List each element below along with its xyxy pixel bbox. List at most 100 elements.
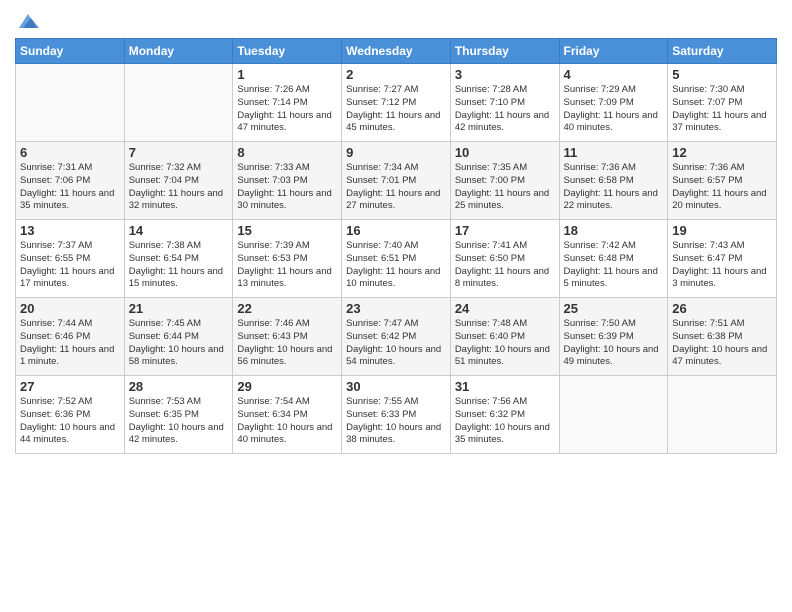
day-info: Sunrise: 7:40 AM xyxy=(346,240,446,253)
day-number: 22 xyxy=(237,301,337,316)
weekday-header-monday: Monday xyxy=(124,39,233,64)
day-info: Sunrise: 7:26 AM xyxy=(237,84,337,97)
day-info: Daylight: 11 hours and 10 minutes. xyxy=(346,266,446,292)
day-number: 13 xyxy=(20,223,120,238)
day-info: Sunset: 7:09 PM xyxy=(564,97,664,110)
calendar-cell: 24Sunrise: 7:48 AMSunset: 6:40 PMDayligh… xyxy=(450,298,559,376)
day-info: Daylight: 11 hours and 37 minutes. xyxy=(672,110,772,136)
day-info: Sunrise: 7:41 AM xyxy=(455,240,555,253)
day-number: 17 xyxy=(455,223,555,238)
calendar-cell: 18Sunrise: 7:42 AMSunset: 6:48 PMDayligh… xyxy=(559,220,668,298)
day-number: 8 xyxy=(237,145,337,160)
day-info: Sunrise: 7:29 AM xyxy=(564,84,664,97)
day-info: Daylight: 10 hours and 56 minutes. xyxy=(237,344,337,370)
calendar-cell: 25Sunrise: 7:50 AMSunset: 6:39 PMDayligh… xyxy=(559,298,668,376)
day-info: Sunrise: 7:44 AM xyxy=(20,318,120,331)
day-info: Sunrise: 7:42 AM xyxy=(564,240,664,253)
day-info: Sunrise: 7:45 AM xyxy=(129,318,229,331)
logo-icon xyxy=(17,10,39,32)
day-number: 4 xyxy=(564,67,664,82)
day-info: Sunset: 6:43 PM xyxy=(237,331,337,344)
calendar-cell: 22Sunrise: 7:46 AMSunset: 6:43 PMDayligh… xyxy=(233,298,342,376)
calendar-cell xyxy=(668,376,777,454)
day-info: Daylight: 10 hours and 38 minutes. xyxy=(346,422,446,448)
day-info: Sunset: 6:55 PM xyxy=(20,253,120,266)
day-number: 6 xyxy=(20,145,120,160)
day-info: Daylight: 11 hours and 30 minutes. xyxy=(237,188,337,214)
day-info: Sunset: 6:33 PM xyxy=(346,409,446,422)
day-info: Sunrise: 7:39 AM xyxy=(237,240,337,253)
calendar-cell: 16Sunrise: 7:40 AMSunset: 6:51 PMDayligh… xyxy=(342,220,451,298)
day-info: Sunrise: 7:47 AM xyxy=(346,318,446,331)
day-info: Sunrise: 7:31 AM xyxy=(20,162,120,175)
calendar-cell: 26Sunrise: 7:51 AMSunset: 6:38 PMDayligh… xyxy=(668,298,777,376)
calendar-week-5: 27Sunrise: 7:52 AMSunset: 6:36 PMDayligh… xyxy=(16,376,777,454)
day-info: Sunset: 6:46 PM xyxy=(20,331,120,344)
day-number: 18 xyxy=(564,223,664,238)
calendar-cell: 31Sunrise: 7:56 AMSunset: 6:32 PMDayligh… xyxy=(450,376,559,454)
weekday-header-saturday: Saturday xyxy=(668,39,777,64)
day-info: Sunrise: 7:54 AM xyxy=(237,396,337,409)
day-info: Daylight: 11 hours and 45 minutes. xyxy=(346,110,446,136)
day-info: Sunrise: 7:28 AM xyxy=(455,84,555,97)
day-info: Daylight: 10 hours and 44 minutes. xyxy=(20,422,120,448)
day-info: Sunset: 6:54 PM xyxy=(129,253,229,266)
day-info: Sunset: 6:50 PM xyxy=(455,253,555,266)
day-number: 10 xyxy=(455,145,555,160)
day-info: Sunset: 6:58 PM xyxy=(564,175,664,188)
calendar-cell: 4 Sunrise: 7:29 AMSunset: 7:09 PMDaylight… xyxy=(559,64,668,142)
day-info: Sunrise: 7:52 AM xyxy=(20,396,120,409)
day-info: Sunrise: 7:34 AM xyxy=(346,162,446,175)
day-info: Sunrise: 7:36 AM xyxy=(564,162,664,175)
day-number: 23 xyxy=(346,301,446,316)
calendar-cell: 9Sunrise: 7:34 AMSunset: 7:01 PMDaylight… xyxy=(342,142,451,220)
day-number: 30 xyxy=(346,379,446,394)
day-info: Daylight: 11 hours and 8 minutes. xyxy=(455,266,555,292)
day-number: 16 xyxy=(346,223,446,238)
day-info: Sunset: 6:47 PM xyxy=(672,253,772,266)
weekday-header-friday: Friday xyxy=(559,39,668,64)
day-info: Daylight: 11 hours and 25 minutes. xyxy=(455,188,555,214)
day-number: 9 xyxy=(346,145,446,160)
calendar-week-2: 6Sunrise: 7:31 AMSunset: 7:06 PMDaylight… xyxy=(16,142,777,220)
weekday-header-thursday: Thursday xyxy=(450,39,559,64)
day-info: Sunrise: 7:30 AM xyxy=(672,84,772,97)
day-number: 29 xyxy=(237,379,337,394)
day-info: Sunset: 6:39 PM xyxy=(564,331,664,344)
day-info: Daylight: 10 hours and 47 minutes. xyxy=(672,344,772,370)
day-info: Sunset: 6:32 PM xyxy=(455,409,555,422)
day-info: Daylight: 10 hours and 40 minutes. xyxy=(237,422,337,448)
day-info: Sunset: 7:10 PM xyxy=(455,97,555,110)
day-info: Sunset: 6:57 PM xyxy=(672,175,772,188)
calendar-week-4: 20Sunrise: 7:44 AMSunset: 6:46 PMDayligh… xyxy=(16,298,777,376)
day-info: Sunset: 6:38 PM xyxy=(672,331,772,344)
day-number: 28 xyxy=(129,379,229,394)
day-info: Sunrise: 7:35 AM xyxy=(455,162,555,175)
day-number: 11 xyxy=(564,145,664,160)
calendar-cell xyxy=(124,64,233,142)
day-info: Sunrise: 7:32 AM xyxy=(129,162,229,175)
day-info: Sunset: 7:12 PM xyxy=(346,97,446,110)
calendar-week-1: 1Sunrise: 7:26 AMSunset: 7:14 PMDaylight… xyxy=(16,64,777,142)
day-info: Daylight: 10 hours and 49 minutes. xyxy=(564,344,664,370)
day-info: Daylight: 11 hours and 5 minutes. xyxy=(564,266,664,292)
day-info: Daylight: 11 hours and 32 minutes. xyxy=(129,188,229,214)
calendar-cell: 2Sunrise: 7:27 AMSunset: 7:12 PMDaylight… xyxy=(342,64,451,142)
day-info: Sunrise: 7:37 AM xyxy=(20,240,120,253)
day-info: Sunset: 7:03 PM xyxy=(237,175,337,188)
day-number: 14 xyxy=(129,223,229,238)
day-number: 15 xyxy=(237,223,337,238)
calendar-cell: 29Sunrise: 7:54 AMSunset: 6:34 PMDayligh… xyxy=(233,376,342,454)
day-info: Sunrise: 7:53 AM xyxy=(129,396,229,409)
day-info: Sunrise: 7:36 AM xyxy=(672,162,772,175)
day-info: Daylight: 11 hours and 17 minutes. xyxy=(20,266,120,292)
day-info: Daylight: 11 hours and 40 minutes. xyxy=(564,110,664,136)
calendar-table: SundayMondayTuesdayWednesdayThursdayFrid… xyxy=(15,38,777,454)
day-number: 2 xyxy=(346,67,446,82)
day-info: Daylight: 11 hours and 42 minutes. xyxy=(455,110,555,136)
day-info: Daylight: 11 hours and 15 minutes. xyxy=(129,266,229,292)
day-number: 5 xyxy=(672,67,772,82)
day-info: Sunrise: 7:50 AM xyxy=(564,318,664,331)
day-number: 27 xyxy=(20,379,120,394)
day-number: 26 xyxy=(672,301,772,316)
